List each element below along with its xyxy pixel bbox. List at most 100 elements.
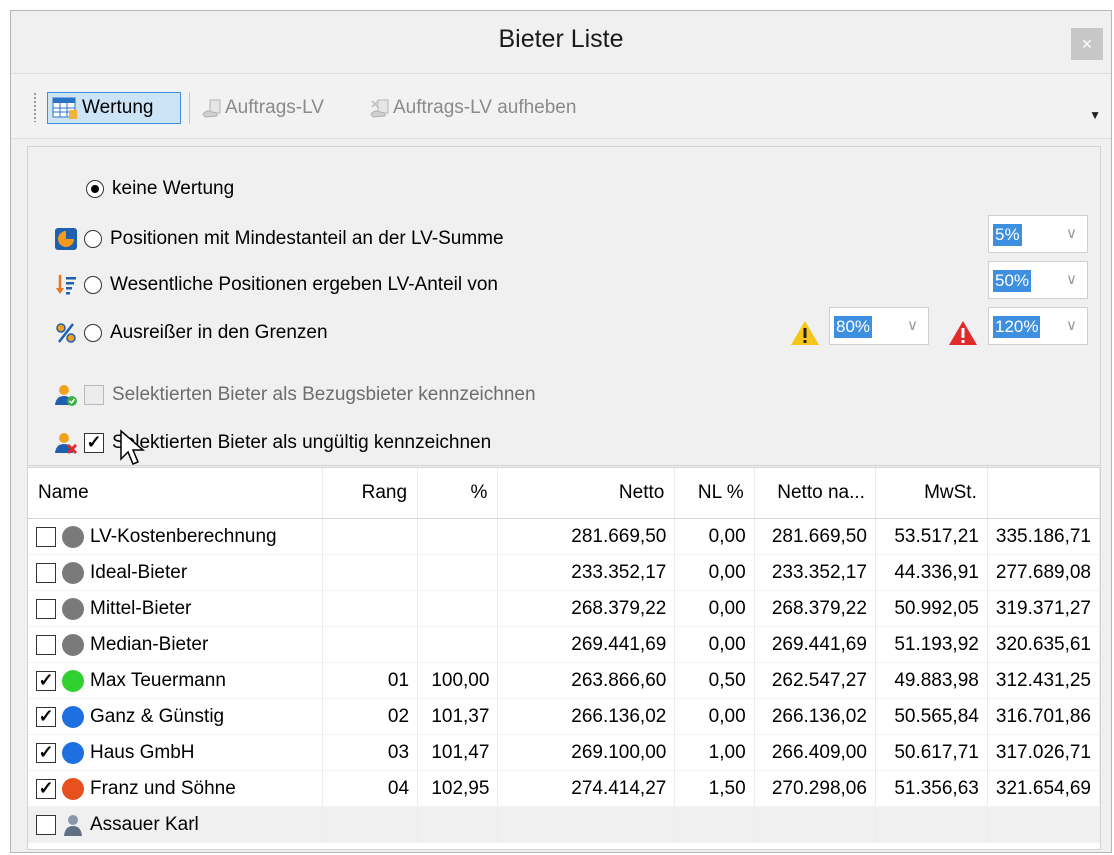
cell-rang — [322, 554, 419, 591]
option-keine-wertung[interactable]: keine Wertung — [86, 175, 234, 203]
name-cell-content: Ideal-Bieter — [36, 561, 314, 584]
chevron-down-icon[interactable]: ∨ — [1066, 316, 1077, 334]
status-dot-icon — [62, 597, 84, 620]
name-cell-content: Mittel-Bieter — [36, 597, 314, 620]
table-row[interactable]: Ideal-Bieter 233.352,17 0,00 233.352,17 44.3… — [28, 554, 1100, 591]
table-row[interactable]: ✓ Franz und Söhne 04 102,95 274.414,27 1,50 27… — [28, 770, 1100, 807]
person-icon — [64, 814, 82, 836]
keine-wertung-label: keine Wertung — [112, 178, 235, 199]
cell-name[interactable]: Assauer Karl — [28, 806, 323, 843]
ausreisser-high-value[interactable]: 120% — [993, 316, 1041, 338]
cell-netto-na: 266.136,02 — [754, 698, 876, 735]
ausreisser-radio[interactable] — [84, 324, 102, 342]
auftrags-lv-button[interactable]: Auftrags-LV — [201, 92, 324, 124]
cell-name[interactable]: ✓ Haus GmbH — [28, 734, 323, 771]
bieter-name: Max Teuermann — [90, 669, 226, 691]
col-header-name[interactable]: Name — [28, 468, 323, 519]
status-dot-icon — [62, 561, 84, 584]
ausreisser-high-combo[interactable]: 120% ∨ — [988, 307, 1088, 345]
wertung-button[interactable]: Wertung — [47, 92, 181, 124]
table-row[interactable]: ✓ Haus GmbH 03 101,47 269.100,00 1,00 266.409,… — [28, 734, 1100, 771]
status-dot-icon — [62, 777, 84, 800]
auftrags-lv-aufheben-button[interactable]: Auftrags-LV aufheben — [369, 92, 576, 124]
cell-name[interactable]: ✓ Max Teuermann — [28, 662, 323, 699]
wesentliche-value[interactable]: 50% — [993, 270, 1032, 292]
option-wesentliche[interactable]: Wesentliche Positionen ergeben LV-Anteil… — [54, 271, 498, 299]
mindestanteil-combo[interactable]: 5% ∨ — [988, 215, 1088, 253]
row-checkbox[interactable] — [36, 814, 56, 835]
cell-name[interactable]: Ideal-Bieter — [28, 554, 323, 591]
cell-netto-na: 266.409,00 — [754, 734, 876, 771]
ungueltig-checkbox[interactable]: ✓ — [84, 433, 104, 453]
cell-brutto: 320.635,61 — [987, 626, 1100, 663]
toolbar-grip[interactable] — [33, 92, 37, 122]
table-row[interactable]: Mittel-Bieter 268.379,22 0,00 268.379,22 50.… — [28, 590, 1100, 627]
cell-rang — [322, 806, 419, 843]
cell-brutto — [987, 806, 1100, 843]
table-row[interactable]: Median-Bieter 269.441,69 0,00 269.441,69 51.… — [28, 626, 1100, 663]
cell-brutto: 277.689,08 — [987, 554, 1100, 591]
table-row[interactable]: ✓ Ganz & Günstig 02 101,37 266.136,02 0,00 266… — [28, 698, 1100, 735]
row-checkbox[interactable]: ✓ — [36, 742, 56, 763]
cell-name[interactable]: Median-Bieter — [28, 626, 323, 663]
col-header-netto[interactable]: Netto — [497, 468, 676, 519]
chevron-down-icon[interactable]: ∨ — [907, 316, 918, 334]
cell-name[interactable]: ✓ Franz und Söhne — [28, 770, 323, 807]
toolbar-separator — [189, 92, 190, 124]
bieter-table: Name Rang % Netto NL % Netto na... MwSt.… — [28, 468, 1100, 843]
cell-netto-na: 270.298,06 — [754, 770, 876, 807]
cell-rang: 02 — [322, 698, 419, 735]
col-header-mwst[interactable]: MwSt. — [875, 468, 988, 519]
status-dot-icon — [62, 633, 84, 656]
row-checkbox[interactable] — [36, 526, 56, 547]
status-dot-icon — [62, 741, 84, 764]
close-button[interactable]: × — [1071, 28, 1103, 60]
chevron-down-icon[interactable]: ∨ — [1066, 224, 1077, 242]
table-row[interactable]: ✓ Max Teuermann 01 100,00 263.866,60 0,50 262.… — [28, 662, 1100, 699]
col-header-rang[interactable]: Rang — [322, 468, 419, 519]
option-bezugsbieter[interactable]: Selektierten Bieter als Bezugsbieter ken… — [54, 381, 536, 409]
bieter-grid: Name Rang % Netto NL % Netto na... MwSt.… — [27, 467, 1101, 850]
mindestanteil-value[interactable]: 5% — [993, 224, 1022, 246]
title-bar: Bieter Liste × — [11, 11, 1111, 73]
wesentliche-combo[interactable]: 50% ∨ — [988, 261, 1088, 299]
cell-name[interactable]: LV-Kostenberechnung — [28, 518, 323, 555]
name-cell-content: ✓ Franz und Söhne — [36, 777, 314, 800]
col-header-netto-na[interactable]: Netto na... — [754, 468, 876, 519]
table-row[interactable]: Assauer Karl — [28, 806, 1100, 843]
mindestanteil-label: Positionen mit Mindestanteil an der LV-S… — [110, 228, 504, 249]
row-checkbox[interactable] — [36, 562, 56, 583]
cell-name[interactable]: ✓ Ganz & Günstig — [28, 698, 323, 735]
table-row[interactable]: LV-Kostenberechnung 281.669,50 0,00 281.669… — [28, 518, 1100, 555]
user-remove-icon — [55, 433, 78, 455]
cell-netto: 281.669,50 — [497, 518, 676, 555]
auftrags-lv-aufheben-label: Auftrags-LV aufheben — [393, 97, 577, 118]
option-ausreisser[interactable]: Ausreißer in den Grenzen — [54, 319, 328, 347]
mindestanteil-radio[interactable] — [84, 230, 102, 248]
cell-nl-percent — [674, 806, 755, 843]
keine-wertung-radio[interactable] — [86, 180, 104, 198]
col-header-percent[interactable]: % — [417, 468, 499, 519]
bieter-name: Franz und Söhne — [90, 777, 236, 799]
toolbar-overflow-button[interactable]: ▼ — [1089, 108, 1101, 122]
row-checkbox[interactable]: ✓ — [36, 670, 56, 691]
cell-netto: 274.414,27 — [497, 770, 676, 807]
cell-name[interactable]: Mittel-Bieter — [28, 590, 323, 627]
row-checkbox[interactable]: ✓ — [36, 706, 56, 727]
cell-nl-percent: 0,00 — [674, 518, 755, 555]
row-checkbox[interactable] — [36, 634, 56, 655]
ausreisser-low-value[interactable]: 80% — [834, 316, 873, 338]
wesentliche-radio[interactable] — [84, 276, 102, 294]
chevron-down-icon[interactable]: ∨ — [1066, 270, 1077, 288]
option-mindestanteil[interactable]: Positionen mit Mindestanteil an der LV-S… — [54, 225, 504, 253]
row-checkbox[interactable] — [36, 598, 56, 619]
cell-rang — [322, 626, 419, 663]
cell-brutto: 319.371,27 — [987, 590, 1100, 627]
col-header-nl-percent[interactable]: NL % — [674, 468, 755, 519]
cell-nl-percent: 0,00 — [674, 590, 755, 627]
bezugsbieter-checkbox[interactable] — [84, 385, 104, 405]
col-header-brutto[interactable] — [987, 468, 1100, 519]
status-dot-icon — [62, 669, 84, 692]
row-checkbox[interactable]: ✓ — [36, 778, 56, 799]
ausreisser-low-combo[interactable]: 80% ∨ — [829, 307, 929, 345]
